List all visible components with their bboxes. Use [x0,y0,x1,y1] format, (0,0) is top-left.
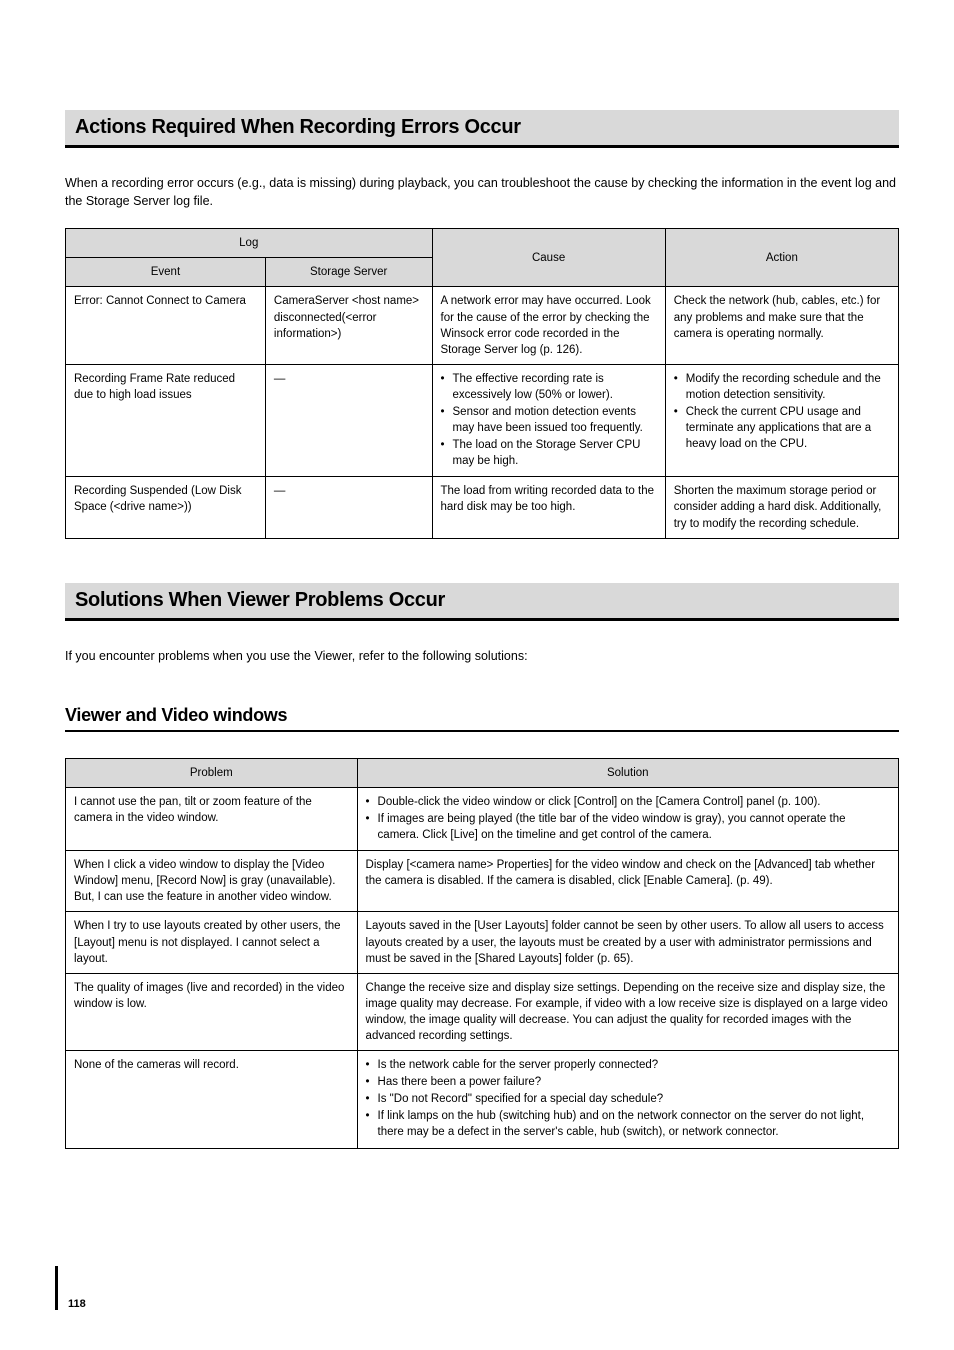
solution-bullets: Double-click the video window or click [… [366,794,890,843]
list-item: The effective recording rate is excessiv… [441,371,657,403]
cell-cause: The effective recording rate is excessiv… [432,364,665,477]
cell-problem: When I click a video window to display t… [66,851,358,912]
cell-problem: When I try to use layouts created by oth… [66,912,358,973]
list-item: Modify the recording schedule and the mo… [674,371,890,403]
cell-action: Shorten the maximum storage period or co… [665,477,898,538]
list-item: Is the network cable for the server prop… [366,1057,890,1073]
table-viewer-problems: Problem Solution I cannot use the pan, t… [65,758,899,1149]
cell-event: Error: Cannot Connect to Camera [66,287,266,364]
table-row: None of the cameras will record. Is the … [66,1051,899,1148]
table-row: When I try to use layouts created by oth… [66,912,899,973]
list-item: Check the current CPU usage and terminat… [674,404,890,452]
cell-problem: None of the cameras will record. [66,1051,358,1148]
intro-viewer-problems: If you encounter problems when you use t… [65,647,899,665]
cell-cause: A network error may have occurred. Look … [432,287,665,364]
cell-storage: CameraServer <host name> disconnected(<e… [265,287,432,364]
cell-event: Recording Frame Rate reduced due to high… [66,364,266,477]
sub-heading-viewer-video: Viewer and Video windows [65,705,899,726]
table-row: Recording Frame Rate reduced due to high… [66,364,899,477]
th-solution: Solution [357,758,898,787]
section-title-wrap: Solutions When Viewer Problems Occur [65,583,899,621]
cell-event: Recording Suspended (Low Disk Space (<dr… [66,477,266,538]
sub-heading-rule [65,730,899,732]
section-title-viewer-problems: Solutions When Viewer Problems Occur [65,583,899,618]
cause-bullets: The effective recording rate is excessiv… [441,371,657,470]
list-item: If images are being played (the title ba… [366,811,890,843]
th-log: Log [66,229,433,258]
table-row: When I click a video window to display t… [66,851,899,912]
list-item: Double-click the video window or click [… [366,794,890,810]
intro-recording-errors: When a recording error occurs (e.g., dat… [65,174,899,210]
list-item: Is "Do not Record" specified for a speci… [366,1091,890,1107]
action-bullets: Modify the recording schedule and the mo… [674,371,890,452]
cell-action: Modify the recording schedule and the mo… [665,364,898,477]
list-item: Sensor and motion detection events may h… [441,404,657,436]
cell-solution: Is the network cable for the server prop… [357,1051,898,1148]
list-item: If link lamps on the hub (switching hub)… [366,1108,890,1140]
cell-solution: Double-click the video window or click [… [357,787,898,850]
section-title-recording-errors: Actions Required When Recording Errors O… [65,110,899,145]
table-recording-errors: Log Cause Action Event Storage Server Er… [65,228,899,538]
table-row: Error: Cannot Connect to Camera CameraSe… [66,287,899,364]
page-number: 118 [55,1266,86,1310]
th-storage: Storage Server [265,258,432,287]
cell-solution: Layouts saved in the [User Layouts] fold… [357,912,898,973]
table-row: The quality of images (live and recorded… [66,973,899,1050]
th-cause: Cause [432,229,665,287]
th-event: Event [66,258,266,287]
list-item: The load on the Storage Server CPU may b… [441,437,657,469]
cell-problem: I cannot use the pan, tilt or zoom featu… [66,787,358,850]
cell-solution: Display [<camera name> Properties] for t… [357,851,898,912]
th-problem: Problem [66,758,358,787]
cell-cause: The load from writing recorded data to t… [432,477,665,538]
th-action: Action [665,229,898,287]
solution-bullets: Is the network cable for the server prop… [366,1057,890,1140]
cell-problem: The quality of images (live and recorded… [66,973,358,1050]
cell-solution: Change the receive size and display size… [357,973,898,1050]
cell-action: Check the network (hub, cables, etc.) fo… [665,287,898,364]
table-row: I cannot use the pan, tilt or zoom featu… [66,787,899,850]
section-title-wrap: Actions Required When Recording Errors O… [65,110,899,148]
list-item: Has there been a power failure? [366,1074,890,1090]
cell-storage: — [265,364,432,477]
table-row: Recording Suspended (Low Disk Space (<dr… [66,477,899,538]
cell-storage: — [265,477,432,538]
